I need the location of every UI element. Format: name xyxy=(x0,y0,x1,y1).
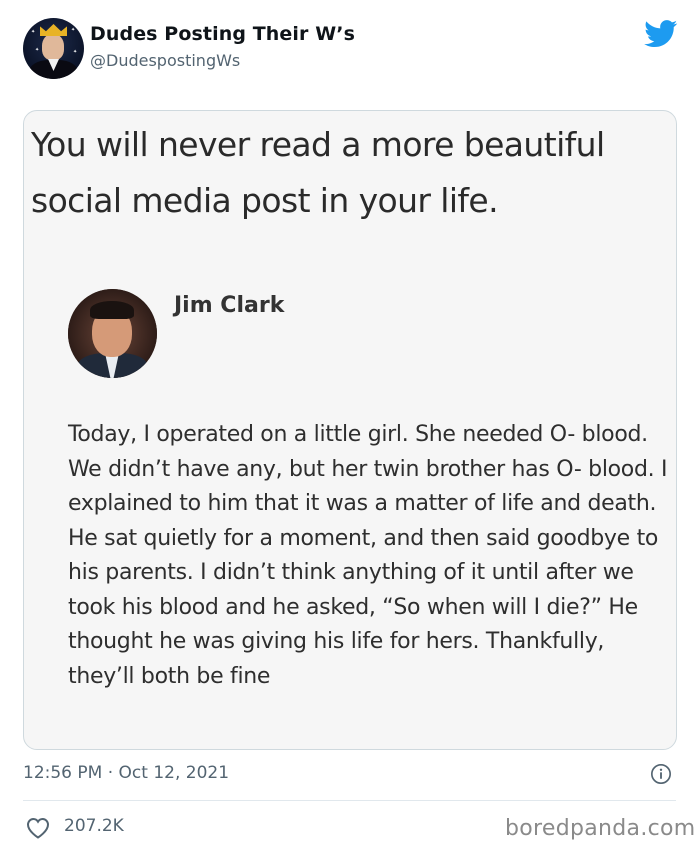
heart-icon[interactable] xyxy=(26,817,50,839)
user-handle[interactable]: @DudespostingWs xyxy=(90,51,240,70)
divider xyxy=(23,800,676,801)
tweet-timestamp[interactable]: 12:56 PM · Oct 12, 2021 xyxy=(23,763,229,783)
info-icon[interactable] xyxy=(650,763,672,785)
crown-icon xyxy=(40,24,67,36)
watermark: boredpanda.com xyxy=(505,816,696,841)
twitter-bird-icon[interactable] xyxy=(644,20,678,48)
embedded-image[interactable]: You will never read a more beautiful soc… xyxy=(23,110,677,750)
post-author-avatar xyxy=(68,289,157,378)
display-name[interactable]: Dudes Posting Their W’s xyxy=(90,23,355,45)
tweet-header: ✦ ✦ ✦ ✦ Dudes Posting Their W’s @Dudespo… xyxy=(0,0,700,100)
image-caption: You will never read a more beautiful soc… xyxy=(31,125,605,220)
like-count[interactable]: 207.2K xyxy=(64,816,124,836)
post-author-name: Jim Clark xyxy=(174,293,285,318)
post-body: Today, I operated on a little girl. She … xyxy=(68,422,668,689)
profile-avatar[interactable]: ✦ ✦ ✦ ✦ xyxy=(23,18,84,79)
